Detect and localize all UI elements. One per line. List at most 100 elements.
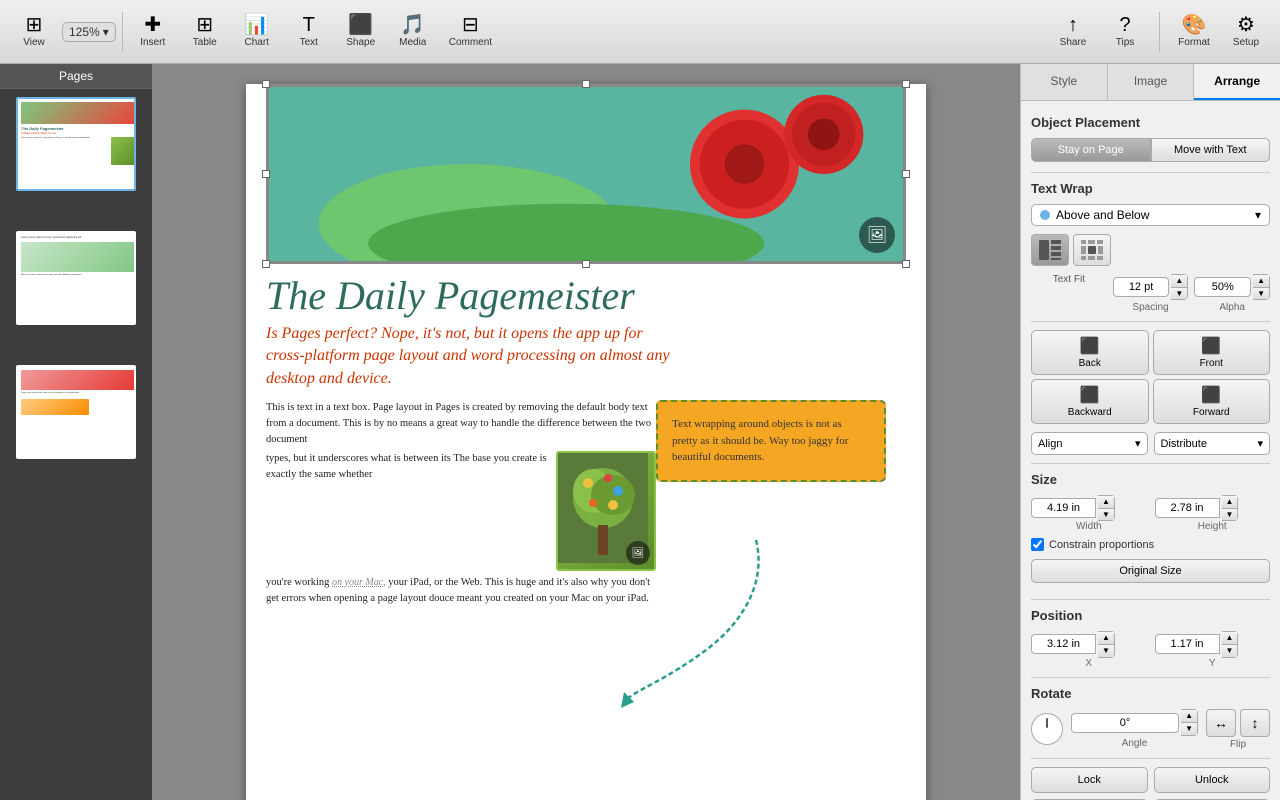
chart-button[interactable]: 📊 Chart <box>233 11 281 52</box>
x-down-button[interactable]: ▼ <box>1098 645 1114 657</box>
spacing-down-button[interactable]: ▼ <box>1171 288 1187 300</box>
constrain-checkbox[interactable] <box>1031 538 1044 551</box>
height-up-button[interactable]: ▲ <box>1222 496 1238 509</box>
move-with-text-button[interactable]: Move with Text <box>1151 138 1271 162</box>
text-wrap-dot <box>1040 210 1050 220</box>
resize-handle-bm[interactable] <box>582 260 590 268</box>
flip-vertical-button[interactable]: ↕ <box>1240 709 1270 737</box>
x-up-button[interactable]: ▲ <box>1098 632 1114 645</box>
page-subtitle: Is Pages perfect? Nope, it's not, but it… <box>246 323 926 400</box>
zoom-control[interactable]: 125% ▾ <box>62 22 116 42</box>
resize-handle-tm[interactable] <box>582 80 590 88</box>
size-label: Size <box>1031 472 1270 487</box>
width-down-button[interactable]: ▼ <box>1098 509 1114 521</box>
thumb-content-2: Lorem ipsum dolor sit amet, consectetur … <box>18 233 136 323</box>
media-button[interactable]: 🎵 Media <box>389 11 437 52</box>
y-spin-btns: ▲ ▼ <box>1222 631 1239 657</box>
back-button[interactable]: ⬛ Back <box>1031 330 1149 375</box>
floating-tree-image[interactable]: 🖼 <box>556 451 656 571</box>
wrap-icon-text-fit[interactable] <box>1031 234 1069 266</box>
unlock-button[interactable]: Unlock <box>1154 767 1271 793</box>
distribute-select[interactable]: Distribute ▾ <box>1154 432 1271 455</box>
setup-icon: ⚙ <box>1237 15 1255 35</box>
angle-up-button[interactable]: ▲ <box>1181 710 1197 723</box>
stay-on-page-button[interactable]: Stay on Page <box>1031 138 1151 162</box>
top-image-container[interactable]: 🖼 <box>266 84 906 264</box>
height-field: ▲ ▼ Height <box>1155 495 1271 532</box>
tips-icon: ? <box>1119 15 1130 35</box>
flip-horizontal-button[interactable]: ↔ <box>1206 709 1236 737</box>
tab-style[interactable]: Style <box>1021 64 1108 100</box>
height-down-button[interactable]: ▼ <box>1222 509 1238 521</box>
page-thumb-1[interactable]: The Daily Pagemeister Is Pages perfect? … <box>16 97 136 191</box>
view-button[interactable]: ⊞ View <box>10 11 58 52</box>
format-button[interactable]: 🎨 Format <box>1170 11 1218 52</box>
spacing-input[interactable] <box>1113 277 1170 297</box>
resize-handle-bl[interactable] <box>262 260 270 268</box>
angle-label: Angle <box>1122 738 1148 749</box>
alpha-down-button[interactable]: ▼ <box>1253 288 1269 300</box>
y-up-button[interactable]: ▲ <box>1222 632 1238 645</box>
back-label: Back <box>1079 358 1101 369</box>
shape-button[interactable]: ⬛ Shape <box>337 11 385 52</box>
tab-image[interactable]: Image <box>1108 64 1195 100</box>
y-down-button[interactable]: ▼ <box>1222 645 1238 657</box>
text-label: Text <box>300 37 318 48</box>
alpha-up-button[interactable]: ▲ <box>1253 275 1269 288</box>
wrap-icon-surround[interactable] <box>1073 234 1111 266</box>
height-input[interactable] <box>1155 498 1220 518</box>
flip-buttons: ↔ ↕ <box>1206 709 1270 737</box>
tips-button[interactable]: ? Tips <box>1101 11 1149 52</box>
text-fit-label: Text Fit <box>1053 274 1085 285</box>
forward-button[interactable]: ⬛ Forward <box>1153 379 1271 424</box>
width-field: ▲ ▼ Width <box>1031 495 1147 532</box>
tab-arrange[interactable]: Arrange <box>1194 64 1280 100</box>
backward-button[interactable]: ⬛ Backward <box>1031 379 1149 424</box>
x-input[interactable] <box>1031 634 1096 654</box>
angle-input[interactable] <box>1071 713 1179 733</box>
constrain-row: Constrain proportions <box>1031 538 1270 551</box>
view-icon: ⊞ <box>26 15 43 35</box>
lock-button[interactable]: Lock <box>1031 767 1148 793</box>
table-button[interactable]: ⊞ Table <box>181 11 229 52</box>
angle-input-row: ▲ ▼ <box>1071 709 1198 735</box>
insert-button[interactable]: ✚ Insert <box>129 11 177 52</box>
angle-field: ▲ ▼ Angle <box>1071 709 1198 748</box>
text-wrap-select[interactable]: Above and Below ▾ <box>1031 204 1270 226</box>
original-size-button[interactable]: Original Size <box>1031 559 1270 583</box>
resize-handle-tl[interactable] <box>262 80 270 88</box>
alpha-input[interactable] <box>1194 277 1251 297</box>
page-thumb-2[interactable]: Lorem ipsum dolor sit amet, consectetur … <box>16 231 136 325</box>
top-image-inner <box>269 87 903 261</box>
resize-handle-tr[interactable] <box>902 80 910 88</box>
resize-handle-ml[interactable] <box>262 170 270 178</box>
text-box-overlay[interactable]: Text wrapping around objects is not as p… <box>656 400 886 482</box>
share-button[interactable]: ↑ Share <box>1049 11 1097 52</box>
panel-tabs: Style Image Arrange <box>1021 64 1280 101</box>
resize-handle-br[interactable] <box>902 260 910 268</box>
wrap-icons-row <box>1031 234 1270 266</box>
position-row: ▲ ▼ X ▲ ▼ <box>1031 631 1270 668</box>
rotate-dial[interactable] <box>1031 713 1063 745</box>
body-float-row: types, but it underscores what is betwee… <box>266 451 656 571</box>
height-label: Height <box>1155 521 1271 532</box>
chart-label: Chart <box>245 37 269 48</box>
resize-handle-mr[interactable] <box>902 170 910 178</box>
y-input-row: ▲ ▼ <box>1155 631 1271 657</box>
width-input[interactable] <box>1031 498 1096 518</box>
front-button[interactable]: ⬛ Front <box>1153 330 1271 375</box>
toolbar-tools-group: ✚ Insert ⊞ Table 📊 Chart T Text ⬛ Shape … <box>129 11 500 52</box>
y-label: Y <box>1155 658 1271 669</box>
angle-down-button[interactable]: ▼ <box>1181 723 1197 735</box>
text-button[interactable]: T Text <box>285 11 333 52</box>
comment-button[interactable]: ⊟ Comment <box>441 11 500 52</box>
canvas-area[interactable]: 🖼 The Daily Pagemeister Is Pages perfect… <box>152 64 1020 800</box>
align-select[interactable]: Align ▾ <box>1031 432 1148 455</box>
spacing-up-button[interactable]: ▲ <box>1171 275 1187 288</box>
distribute-label: Distribute <box>1161 438 1207 450</box>
table-icon: ⊞ <box>196 15 213 35</box>
y-input[interactable] <box>1155 634 1220 654</box>
setup-button[interactable]: ⚙ Setup <box>1222 11 1270 52</box>
page-thumb-3[interactable]: Page three content with more text and im… <box>16 365 136 459</box>
width-up-button[interactable]: ▲ <box>1098 496 1114 509</box>
